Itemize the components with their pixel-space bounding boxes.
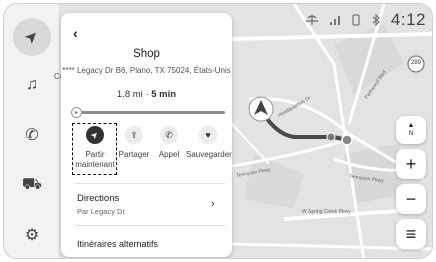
car-icon: ⛟ — [21, 176, 43, 193]
zoom-in-button[interactable]: + — [396, 149, 426, 179]
route-progress-bar — [75, 111, 225, 114]
trip-separator: · — [145, 89, 149, 100]
directions-row[interactable]: Directions Par Legacy Dr › — [61, 185, 232, 221]
chevron-left-icon: ‹ — [73, 25, 78, 41]
directions-subtitle: Par Legacy Dr — [77, 207, 125, 216]
sidebar-settings-button[interactable]: ⚙ — [13, 216, 51, 254]
navigation-arrow-icon: ➤ — [21, 26, 44, 49]
head-unit-screen: 289 Parkwood Blvd Headquarters Dr Tennys… — [3, 3, 433, 259]
compass-arrow-icon: ▲ — [407, 122, 415, 129]
antenna-icon — [305, 15, 318, 25]
map-label-w-spring-creek: W Spring Creek Pkwy — [302, 209, 351, 215]
destination-title: Shop — [133, 48, 160, 60]
music-note-icon: ♫ — [26, 76, 38, 93]
minus-icon: − — [405, 188, 417, 209]
phone-status-icon — [352, 14, 360, 26]
clock: 4:12 — [390, 10, 426, 29]
highlight-box — [72, 123, 117, 175]
sidebar-phone-button[interactable]: ✆ — [13, 116, 51, 154]
status-bar: 4:12 — [305, 10, 426, 30]
divider — [75, 225, 225, 226]
trip-distance: 1.8 mi — [116, 89, 143, 100]
menu-icon: ≡ — [405, 223, 417, 244]
back-button[interactable]: ‹ — [73, 25, 78, 41]
gear-icon: ⚙ — [24, 227, 40, 244]
heart-icon: ♥ — [199, 126, 217, 144]
compass-label: N — [408, 131, 414, 137]
alternative-routes-button[interactable]: Itinéraires alternatifs — [77, 239, 158, 249]
phone-icon: ✆ — [25, 127, 39, 144]
sidebar-navigation-button[interactable]: ➤ — [13, 18, 51, 56]
destination-panel: ‹ Shop **** Legacy Dr B6, Plano, TX 7502… — [61, 13, 232, 257]
map-menu-button[interactable]: ≡ — [396, 219, 426, 249]
signal-icon — [329, 16, 340, 25]
save-button[interactable]: ♥ Sauvegarder — [186, 126, 232, 160]
call-icon: ✆ — [160, 126, 178, 144]
chevron-right-icon: › — [211, 198, 215, 210]
save-label: Sauvegarder — [186, 150, 232, 159]
route-start-icon: ▸ — [71, 107, 82, 118]
call-button[interactable]: ✆ Appel — [147, 126, 191, 160]
trip-duration: 5 min — [151, 89, 177, 100]
sidebar-media-button[interactable]: ♫ — [13, 66, 51, 104]
bluetooth-icon — [372, 14, 380, 26]
sidebar-vehicle-button[interactable]: ⛟ — [13, 166, 51, 204]
map-label-289: 289 — [410, 60, 421, 66]
sidebar: ➤ ♫ ✆ ⛟ ⚙ — [4, 4, 60, 258]
directions-title: Directions — [77, 193, 120, 204]
plus-icon: + — [405, 153, 417, 174]
trip-summary: 1.8 mi · 5 min — [61, 89, 232, 100]
share-icon: ⇪ — [125, 126, 143, 144]
destination-address: **** Legacy Dr B6, Plano, TX 75024, État… — [62, 66, 231, 75]
compass-button[interactable]: ▲ N — [396, 116, 426, 144]
call-label: Appel — [158, 150, 180, 159]
divider — [75, 183, 225, 184]
zoom-out-button[interactable]: − — [396, 184, 426, 214]
